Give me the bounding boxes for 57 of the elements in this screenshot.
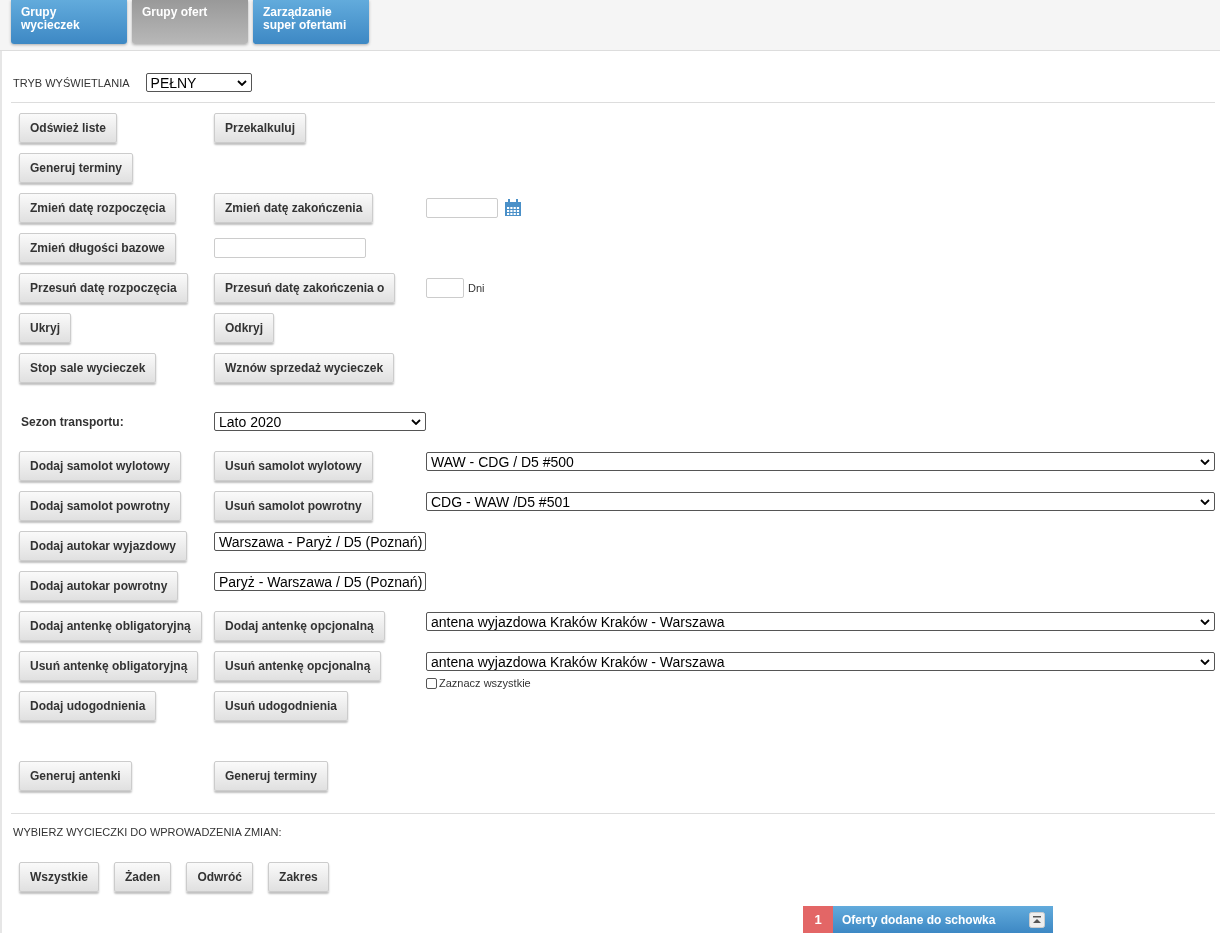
action-button[interactable]: Wznów sprzedaż wycieczek — [214, 353, 395, 383]
action-button[interactable]: Usuń antenkę opcjonalną — [214, 651, 382, 681]
calendar-icon[interactable] — [504, 199, 522, 217]
action-button[interactable]: Generuj antenki — [19, 761, 132, 791]
caret-icon — [1200, 618, 1210, 625]
dropdown[interactable]: WAW - CDG / D5 #500 — [426, 452, 1215, 471]
dropdown[interactable]: CDG - WAW /D5 #501 — [426, 492, 1215, 511]
days-field[interactable] — [426, 278, 464, 298]
selection-button[interactable]: Odwróć — [186, 862, 254, 892]
action-button[interactable]: Dodaj samolot wylotowy — [19, 451, 181, 481]
action-button[interactable]: Dodaj autokar powrotny — [19, 571, 179, 601]
dropdown[interactable]: Paryż - Warszawa / D5 (Poznań) — [214, 572, 426, 591]
unit-label: Dni — [468, 282, 485, 294]
collapse-icon[interactable] — [1029, 911, 1045, 928]
dropdown[interactable]: antena wyjazdowa Kraków Kraków - Warszawa — [426, 612, 1215, 631]
action-button[interactable]: Usuń antenkę obligatoryjną — [19, 651, 199, 681]
selection-button[interactable]: Żaden — [114, 862, 172, 892]
action-button[interactable]: Zmień długości bazowe — [19, 233, 176, 263]
action-button[interactable]: Usuń samolot powrotny — [214, 491, 373, 521]
caret-icon — [1200, 458, 1210, 465]
caret-icon — [1200, 498, 1210, 505]
action-button[interactable]: Zmień datę rozpoczęcia — [19, 193, 177, 223]
dropdown[interactable]: PEŁNY — [145, 73, 252, 92]
checkbox-label: Zaznacz wszystkie — [439, 677, 531, 689]
action-button[interactable]: Dodaj udogodnienia — [19, 691, 157, 721]
display-mode-label: TRYB WYŚWIETLANIA — [13, 76, 130, 89]
action-button[interactable]: Dodaj antenkę opcjonalną — [214, 611, 385, 641]
clipboard-label: Oferty dodane do schowka — [841, 911, 997, 929]
count-badge: 1 — [803, 906, 833, 933]
checkbox[interactable] — [426, 677, 437, 689]
caret-icon — [411, 418, 421, 425]
action-button[interactable]: Generuj terminy — [214, 761, 329, 791]
selection-button[interactable]: Wszystkie — [19, 862, 100, 892]
caret-icon — [236, 79, 247, 86]
dropdown[interactable]: Lato 2020 — [214, 412, 426, 431]
action-button[interactable]: Ukryj — [19, 313, 72, 343]
action-button[interactable]: Przesuń datę rozpoczęcia — [19, 273, 188, 303]
action-button[interactable]: Dodaj antenkę obligatoryjną — [19, 611, 202, 641]
action-button[interactable]: Dodaj autokar wyjazdowy — [19, 531, 188, 561]
input-field[interactable] — [214, 238, 366, 258]
action-button[interactable]: Generuj terminy — [19, 153, 134, 183]
selection-button[interactable]: Zakres — [268, 862, 329, 892]
action-button[interactable]: Dodaj samolot powrotny — [19, 491, 181, 521]
dropdown[interactable]: antena wyjazdowa Kraków Kraków - Warszawa — [426, 652, 1215, 671]
action-button[interactable]: Odśwież liste — [19, 113, 118, 143]
action-button[interactable]: Zmień datę zakończenia — [214, 193, 374, 223]
action-button[interactable]: Odkryj — [214, 313, 274, 343]
action-button[interactable]: Usuń samolot wylotowy — [214, 451, 373, 481]
action-button[interactable]: Stop sale wycieczek — [19, 353, 157, 383]
action-button[interactable]: Przekalkuluj — [214, 113, 307, 143]
caret-icon — [1200, 658, 1210, 665]
date-field[interactable] — [426, 198, 498, 218]
dropdown[interactable]: Warszawa - Paryż / D5 (Poznań) — [214, 532, 426, 551]
field-label: Sezon transportu: — [20, 414, 125, 429]
section-heading: WYBIERZ WYCIECZKI DO WPROWADZENIA ZMIAN: — [12, 825, 283, 838]
action-button[interactable]: Przesuń datę zakończenia o — [214, 273, 396, 303]
action-button[interactable]: Usuń udogodnienia — [214, 691, 348, 721]
